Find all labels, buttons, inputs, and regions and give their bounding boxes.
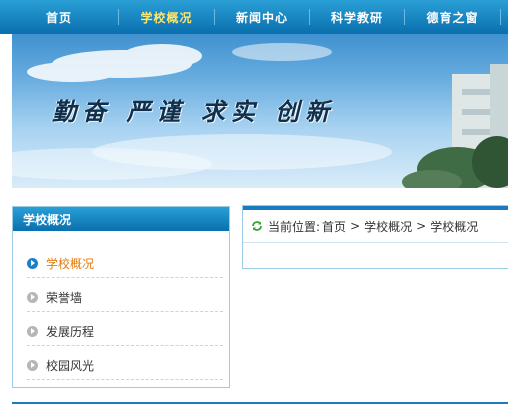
sidebar-item-label: 校园风光	[46, 358, 95, 373]
nav-school-overview[interactable]: 学校概况	[119, 0, 214, 34]
breadcrumb: 当前位置: 首页 > 学校概况 > 学校概况	[243, 210, 508, 243]
breadcrumb-separator: >	[416, 219, 427, 233]
banner-slogan: 勤奋 严谨 求实 创新	[52, 97, 336, 126]
breadcrumb-link-home[interactable]: 首页	[322, 218, 346, 235]
content-panel: 当前位置: 首页 > 学校概况 > 学校概况	[242, 205, 508, 269]
sidebar-item-label: 学校概况	[46, 256, 95, 271]
sidebar-divider	[27, 379, 223, 380]
arrow-bullet-icon	[27, 359, 38, 371]
breadcrumb-link-school-overview[interactable]: 学校概况	[364, 218, 412, 235]
sidebar-item-label: 发展历程	[46, 324, 95, 339]
nav-moral-education[interactable]: 德育之窗	[405, 0, 500, 34]
arrow-bullet-icon	[27, 291, 38, 303]
breadcrumb-prefix: 当前位置:	[268, 219, 321, 234]
sidebar-divider	[27, 277, 223, 278]
header-banner: 勤奋 严谨 求实 创新	[12, 34, 508, 188]
nav-home[interactable]: 首页	[0, 0, 118, 34]
sidebar-item-honor-wall[interactable]: 荣誉墙	[27, 283, 223, 311]
nav-school-overview-label: 学校概况	[140, 10, 193, 25]
nav-separator	[500, 9, 501, 25]
nav-home-label: 首页	[45, 10, 72, 25]
nav-moral-education-label: 德育之窗	[426, 10, 479, 25]
arrow-bullet-icon	[27, 325, 38, 337]
nav-news-center-label: 新闻中心	[235, 10, 288, 25]
top-navigation: 首页 学校概况 新闻中心 科学教研 德育之窗	[0, 0, 508, 34]
sidebar-item-history[interactable]: 发展历程	[27, 317, 223, 345]
sidebar-item-campus-scenery[interactable]: 校园风光	[27, 351, 223, 379]
nav-news-center[interactable]: 新闻中心	[215, 0, 309, 34]
nav-science-research[interactable]: 科学教研	[310, 0, 404, 34]
sidebar-divider	[27, 345, 223, 346]
sidebar-item-label: 荣誉墙	[46, 290, 83, 305]
arrow-bullet-icon	[27, 257, 38, 269]
refresh-icon	[252, 221, 262, 231]
sidebar: 学校概况 学校概况 荣誉墙 发展历程 校园风光	[12, 206, 230, 388]
sidebar-item-school-overview[interactable]: 学校概况	[27, 249, 223, 277]
nav-science-research-label: 科学教研	[330, 10, 383, 25]
sidebar-title: 学校概况	[13, 207, 229, 231]
breadcrumb-current: 学校概况	[430, 219, 479, 234]
breadcrumb-separator: >	[350, 219, 361, 233]
sidebar-divider	[27, 311, 223, 312]
footer-divider	[12, 402, 508, 404]
